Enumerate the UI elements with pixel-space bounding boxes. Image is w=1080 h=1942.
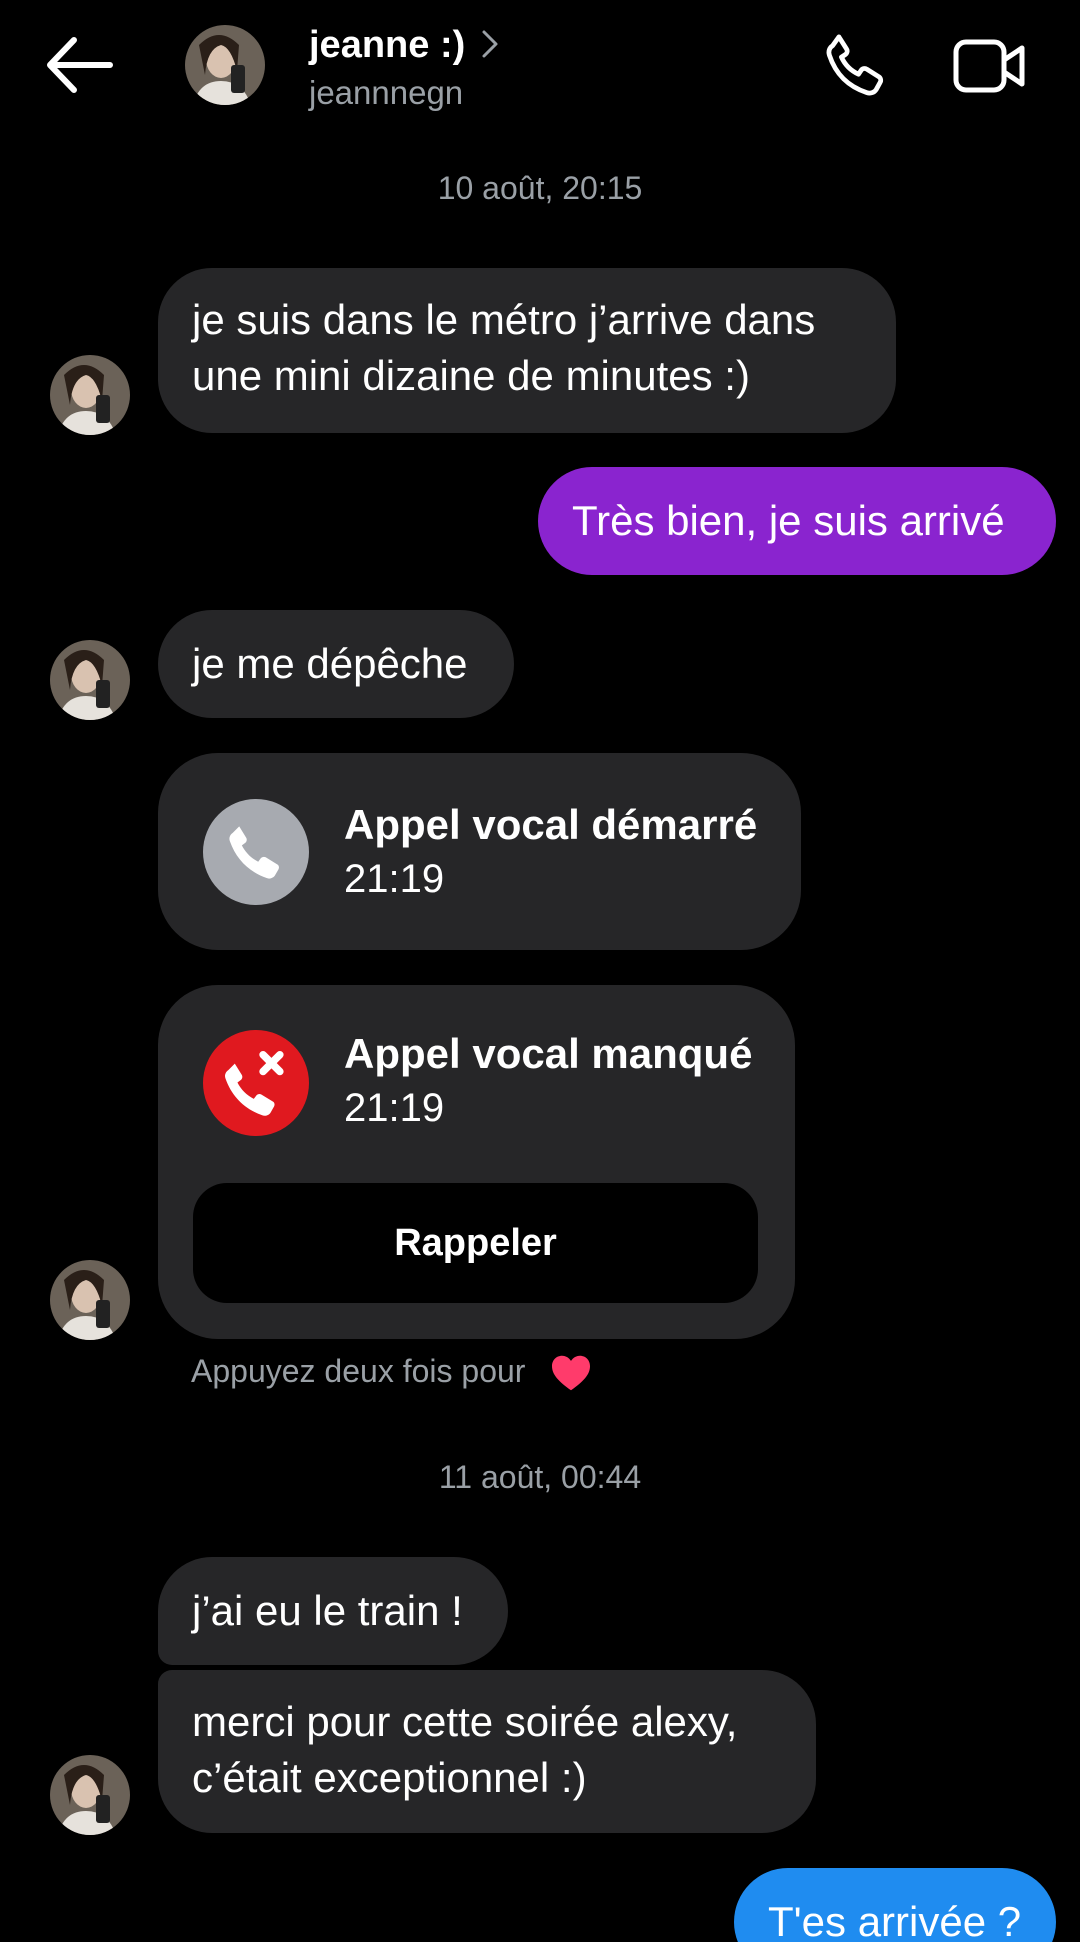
phone-icon <box>826 34 884 96</box>
chat-header: jeanne :) jeannnegn <box>0 0 1080 140</box>
sender-avatar[interactable] <box>50 355 130 435</box>
sender-avatar[interactable] <box>50 1260 130 1340</box>
call-started-time: 21:19 <box>344 857 445 901</box>
chevron-right-icon[interactable] <box>478 26 502 62</box>
incoming-message[interactable]: j’ai eu le train ! <box>158 1557 508 1665</box>
conversation-timestamp: 10 août, 20:15 <box>437 170 643 206</box>
incoming-message[interactable]: je me dépêche <box>158 610 514 718</box>
contact-avatar[interactable] <box>185 25 265 105</box>
callback-button[interactable]: Rappeler <box>193 1183 758 1303</box>
back-arrow-icon <box>47 37 113 93</box>
back-button[interactable] <box>40 30 120 100</box>
double-tap-hint: Appuyez deux fois pour <box>191 1353 526 1389</box>
outgoing-message[interactable]: Très bien, je suis arrivé <box>538 467 1056 575</box>
sender-avatar[interactable] <box>50 1755 130 1835</box>
video-call-button[interactable] <box>952 36 1028 96</box>
missed-call-time: 21:19 <box>344 1086 445 1130</box>
incoming-message[interactable]: merci pour cette soirée alexy, c’était e… <box>158 1670 816 1833</box>
missed-call-card[interactable]: Appel vocal manqué 21:19 Rappeler <box>158 985 795 1339</box>
heart-icon[interactable] <box>550 1354 592 1392</box>
conversation-timestamp: 11 août, 00:44 <box>438 1459 642 1495</box>
incoming-message[interactable]: je suis dans le métro j’arrive dans une … <box>158 268 896 433</box>
missed-call-title: Appel vocal manqué <box>344 1030 753 1077</box>
missed-call-icon <box>203 1030 309 1136</box>
phone-call-icon <box>203 799 309 905</box>
contact-username[interactable]: jeannnegn <box>309 74 463 112</box>
outgoing-message[interactable]: T'es arrivée ? <box>734 1868 1056 1942</box>
call-started-card[interactable]: Appel vocal démarré 21:19 <box>158 753 801 950</box>
sender-avatar[interactable] <box>50 640 130 720</box>
contact-name[interactable]: jeanne :) <box>309 24 465 67</box>
call-started-title: Appel vocal démarré <box>344 801 758 848</box>
voice-call-button[interactable] <box>818 28 894 104</box>
video-camera-icon <box>953 39 1025 93</box>
